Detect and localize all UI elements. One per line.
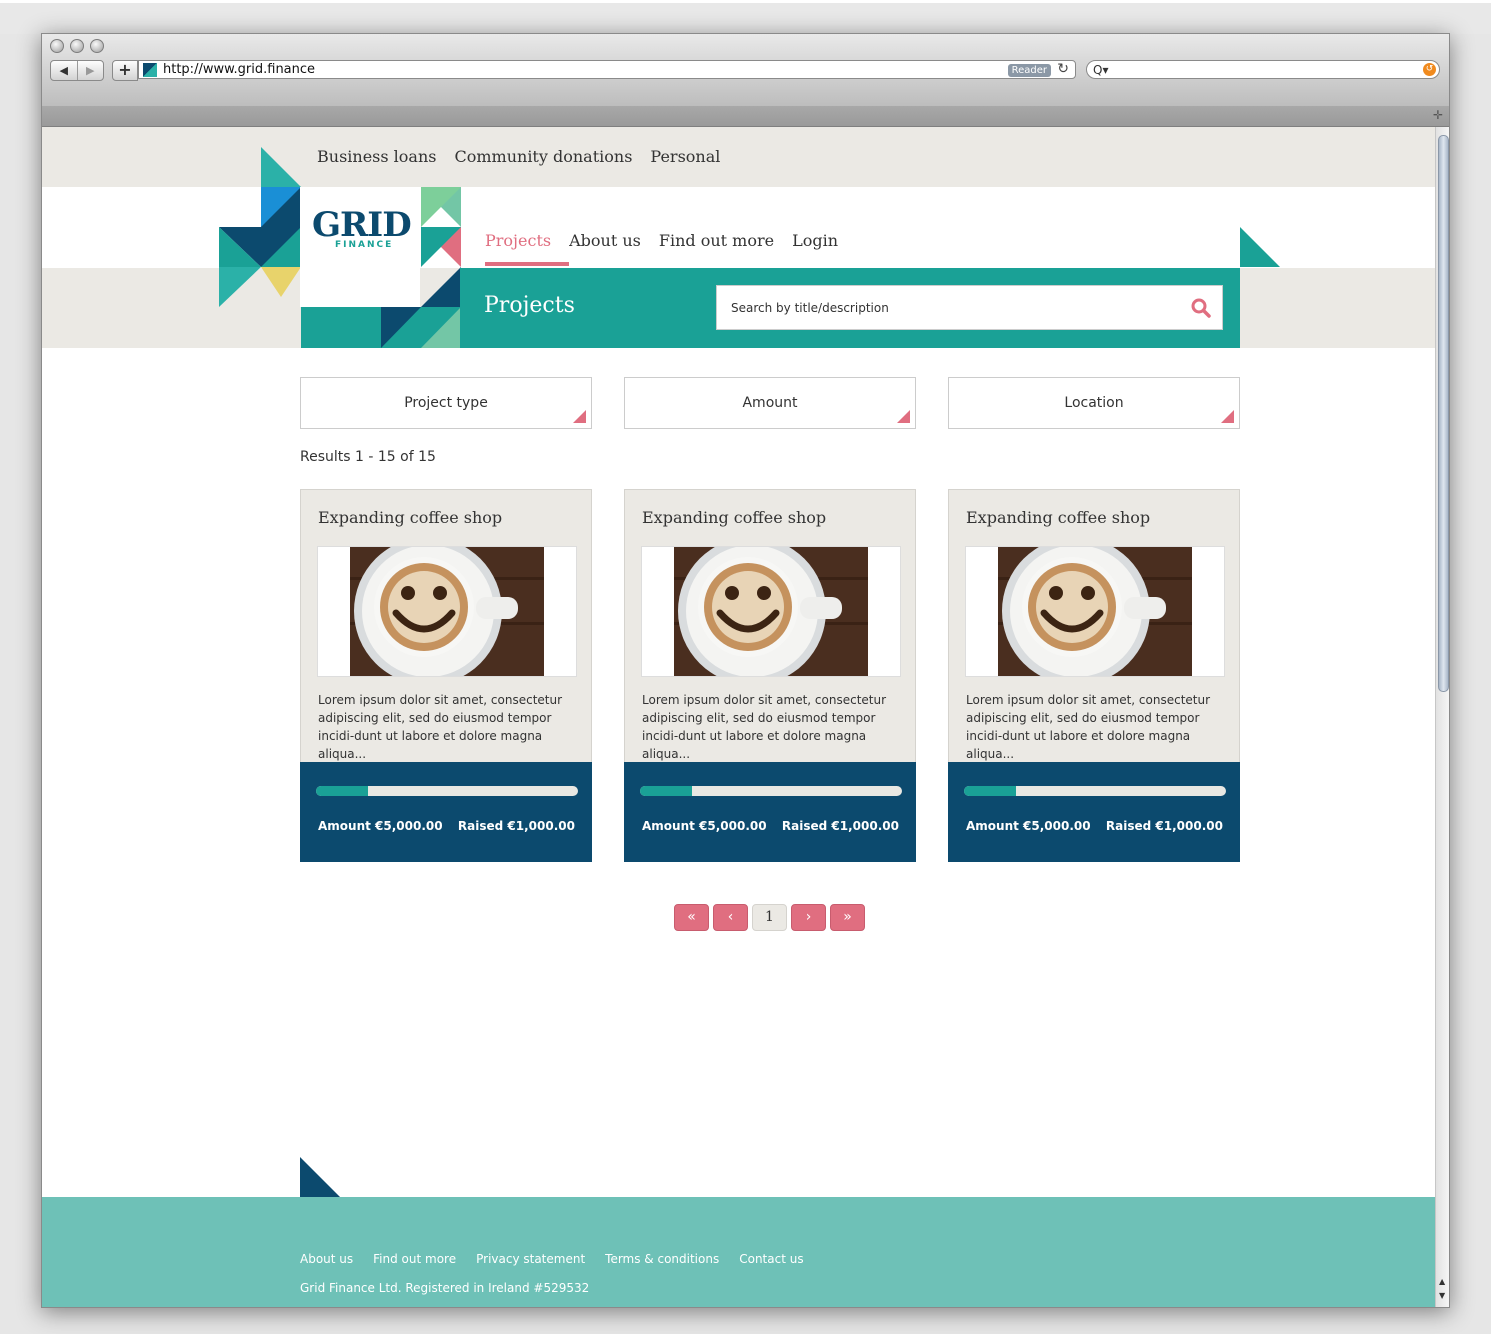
footer-link-find-out-more[interactable]: Find out more [373, 1252, 456, 1266]
url-text[interactable]: http://www.grid.finance [163, 62, 315, 78]
dropdown-corner-icon [1221, 410, 1234, 423]
coffee-cup-image [350, 547, 544, 676]
funding-progress-bar [640, 786, 902, 796]
filter-label: Project type [404, 395, 488, 411]
scroll-down-icon[interactable]: ▼ [1439, 1291, 1445, 1300]
project-card[interactable]: Expanding coffee shop Lorem ipsum dolor … [300, 489, 592, 862]
filter-label: Location [1064, 395, 1124, 411]
card-amount: Amount €5,000.00 [642, 819, 767, 833]
card-title[interactable]: Expanding coffee shop [966, 508, 1150, 527]
site-logo-subtitle: FINANCE [335, 240, 394, 250]
funding-progress-bar [964, 786, 1226, 796]
current-page[interactable]: 1 [752, 904, 787, 931]
card-description: Lorem ipsum dolor sit amet, consectetur … [318, 693, 563, 761]
browser-window: ◀ ▶ + http://www.grid.finance Reader ↻ Q… [41, 33, 1450, 1308]
site-logo[interactable]: GRID [312, 205, 412, 245]
card-raised: Raised €1,000.00 [1105, 819, 1223, 833]
vertical-scrollbar[interactable]: ▲ ▼ [1435, 127, 1449, 1307]
card-title[interactable]: Expanding coffee shop [318, 508, 502, 527]
next-page-button[interactable]: › [791, 904, 826, 931]
last-page-button[interactable]: » [830, 904, 865, 931]
browser-toolbar: ◀ ▶ + http://www.grid.finance Reader ↻ Q… [42, 34, 1449, 107]
results-count: Results 1 - 15 of 15 [300, 449, 436, 465]
snapback-icon[interactable]: ↺ [1423, 63, 1436, 76]
project-search-box[interactable] [716, 285, 1223, 330]
browser-search-field[interactable]: Q▾ ↺ [1086, 60, 1440, 79]
card-description: Lorem ipsum dolor sit amet, consectetur … [966, 693, 1211, 761]
scrollbar-thumb[interactable] [1438, 135, 1449, 692]
web-page: GRID FINANCE Business loans Community do… [42, 127, 1435, 1307]
filter-label: Amount [742, 395, 798, 411]
page-title: Projects [484, 293, 575, 318]
dropdown-corner-icon [573, 410, 586, 423]
tab-add-icon[interactable]: ✛ [1433, 108, 1443, 122]
top-link-personal[interactable]: Personal [650, 147, 720, 166]
card-title[interactable]: Expanding coffee shop [642, 508, 826, 527]
top-link-business-loans[interactable]: Business loans [317, 147, 436, 166]
funding-progress-bar [316, 786, 578, 796]
top-link-community-donations[interactable]: Community donations [454, 147, 632, 166]
site-favicon-icon [143, 63, 157, 77]
search-icon: Q▾ [1093, 63, 1109, 77]
top-links: Business loans Community donations Perso… [317, 147, 720, 166]
filter-location[interactable]: Location [948, 377, 1240, 429]
card-image [317, 546, 577, 677]
progress-fill [640, 786, 693, 796]
progress-fill [964, 786, 1017, 796]
card-description: Lorem ipsum dolor sit amet, consectetur … [642, 693, 887, 761]
nav-login[interactable]: Login [792, 231, 838, 250]
search-input[interactable] [729, 298, 1173, 318]
progress-fill [316, 786, 369, 796]
zoom-window-button[interactable] [90, 39, 104, 53]
nav-about-us[interactable]: About us [569, 231, 641, 250]
minimize-window-button[interactable] [70, 39, 84, 53]
card-raised: Raised €1,000.00 [457, 819, 575, 833]
card-image [965, 546, 1225, 677]
project-card[interactable]: Expanding coffee shop Lorem ipsum dolor … [948, 489, 1240, 862]
scroll-up-icon[interactable]: ▲ [1439, 1277, 1445, 1286]
reload-icon[interactable]: ↻ [1057, 61, 1069, 78]
search-icon[interactable] [1190, 297, 1212, 319]
first-page-button[interactable]: « [674, 904, 709, 931]
forward-button[interactable]: ▶ [76, 61, 104, 80]
card-funding-panel: Amount €5,000.00 Raised €1,000.00 [624, 762, 916, 862]
back-button[interactable]: ◀ [51, 61, 77, 80]
address-bar[interactable]: http://www.grid.finance Reader ↻ [138, 60, 1076, 79]
coffee-cup-image [998, 547, 1192, 676]
footer-link-privacy-statement[interactable]: Privacy statement [476, 1252, 585, 1266]
footer-link-terms-conditions[interactable]: Terms & conditions [605, 1252, 719, 1266]
add-bookmark-button[interactable]: + [112, 60, 138, 81]
footer-copyright: Grid Finance Ltd. Registered in Ireland … [300, 1281, 590, 1295]
filter-project-type[interactable]: Project type [300, 377, 592, 429]
card-funding-panel: Amount €5,000.00 Raised €1,000.00 [948, 762, 1240, 862]
desktop-background [0, 0, 1491, 34]
nav-corner-decoration [1240, 227, 1280, 267]
card-funding-panel: Amount €5,000.00 Raised €1,000.00 [300, 762, 592, 862]
card-image [641, 546, 901, 677]
history-buttons: ◀ ▶ [50, 60, 104, 81]
nav-projects[interactable]: Projects [485, 231, 570, 266]
footer-link-contact-us[interactable]: Contact us [739, 1252, 803, 1266]
nav-find-out-more[interactable]: Find out more [659, 231, 774, 250]
bookmarks-bar: ✛ [42, 106, 1449, 127]
pagination: « ‹ 1 › » [674, 904, 865, 931]
main-nav: Projects About us Find out more Login [485, 231, 838, 266]
footer-link-about-us[interactable]: About us [300, 1252, 353, 1266]
coffee-cup-image [674, 547, 868, 676]
reader-button[interactable]: Reader [1007, 64, 1051, 77]
card-raised: Raised €1,000.00 [781, 819, 899, 833]
dropdown-corner-icon [897, 410, 910, 423]
card-amount: Amount €5,000.00 [318, 819, 443, 833]
project-card[interactable]: Expanding coffee shop Lorem ipsum dolor … [624, 489, 916, 862]
close-window-button[interactable] [50, 39, 64, 53]
previous-page-button[interactable]: ‹ [713, 904, 748, 931]
filter-amount[interactable]: Amount [624, 377, 916, 429]
footer-links: About us Find out more Privacy statement… [300, 1252, 804, 1266]
card-amount: Amount €5,000.00 [966, 819, 1091, 833]
